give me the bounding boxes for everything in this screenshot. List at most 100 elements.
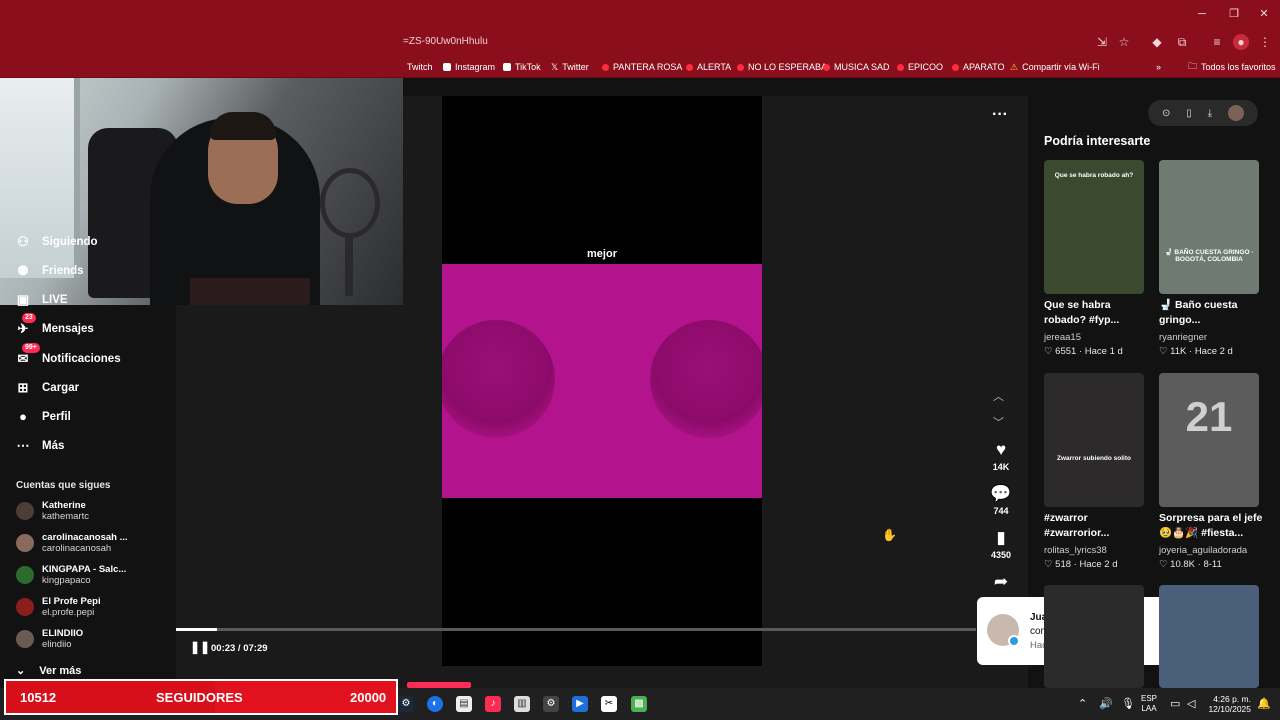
- microphone-icon[interactable]: 🎙: [1121, 697, 1135, 710]
- following-account[interactable]: ELINDIIO elindiio: [16, 625, 83, 653]
- maximize-icon[interactable]: ❐: [1224, 6, 1244, 22]
- bookmark-pantera-rosa[interactable]: PANTERA ROSA: [602, 60, 682, 74]
- share-button[interactable]: ➦: [983, 572, 1019, 592]
- chevron-up-icon[interactable]: ︿: [993, 388, 1004, 404]
- keyboard-language[interactable]: ESP LAA: [1141, 694, 1157, 714]
- following-account[interactable]: KINGPAPA - Salc... kingpapaco: [16, 561, 126, 589]
- following-account[interactable]: Katherine kathemartc: [16, 497, 89, 525]
- recommendation-thumbnail[interactable]: Zwarror subiendo solito: [1044, 373, 1144, 507]
- see-more-button[interactable]: ⌄ Ver más: [16, 664, 81, 678]
- sidebar-item-friends[interactable]: ⚉ Friends: [16, 261, 83, 281]
- recommendation-age: Hace 2 d: [1079, 559, 1118, 570]
- more-options-icon[interactable]: ···: [992, 106, 1008, 124]
- recommendation-user[interactable]: ryanriegner: [1159, 332, 1207, 343]
- progress-bar[interactable]: [176, 628, 976, 631]
- close-window-icon[interactable]: ✕: [1254, 6, 1274, 22]
- recommendation-user[interactable]: jereaa15: [1044, 332, 1081, 343]
- recommendation-title[interactable]: Sorpresa para el jefe 🥹🎂🎉 #fiesta...: [1159, 511, 1263, 541]
- bookmark-compartir-v-a-wi-fi[interactable]: ⚠ Compartir vía Wi-Fi: [1010, 60, 1100, 74]
- user-avatar[interactable]: [1228, 105, 1244, 121]
- install-app-icon[interactable]: ⇲: [1094, 34, 1110, 50]
- mouse-cursor-icon: ✋: [882, 528, 897, 542]
- separator-dot: ·: [1186, 346, 1195, 357]
- recommendation-thumbnail[interactable]: [1044, 585, 1144, 688]
- sidebar-item-siguiendo[interactable]: ⚇ Siguiendo: [16, 232, 97, 252]
- extensions-puzzle-icon[interactable]: ⧉: [1174, 34, 1190, 50]
- device-icon[interactable]: ▯: [1186, 108, 1192, 119]
- network-icon[interactable]: ▭: [1170, 697, 1180, 710]
- bookmark-twitter[interactable]: 𝕏 Twitter: [551, 60, 589, 74]
- comment-count: 744: [993, 506, 1009, 516]
- capcut-icon[interactable]: ✂: [601, 696, 617, 712]
- bookmark-label: Twitter: [562, 62, 589, 72]
- sidebar-item-label: Cargar: [42, 382, 80, 394]
- thumbnail-overlay-text: Que se habra robado ah?: [1054, 172, 1134, 179]
- edge-icon[interactable]: ◐: [427, 696, 443, 712]
- chevron-down-icon[interactable]: ﹀: [993, 414, 1004, 430]
- recommendation-thumbnail[interactable]: [1159, 585, 1259, 688]
- browser-menu-icon[interactable]: ⋮: [1257, 34, 1273, 50]
- settings-icon[interactable]: ⚙: [543, 696, 559, 712]
- media-control-icon[interactable]: ≡: [1209, 34, 1225, 50]
- download-icon[interactable]: ⤓: [1208, 108, 1212, 119]
- url-field[interactable]: =ZS-90Uw0nHhulu: [403, 36, 488, 47]
- all-bookmarks-button[interactable]: 🗀 Todos los favoritos: [1188, 60, 1276, 74]
- steam-icon[interactable]: ⚙: [398, 696, 414, 712]
- recommendation-title[interactable]: #zwarror #zwarrorior...: [1044, 511, 1148, 541]
- coin-icon[interactable]: ⊙: [1162, 108, 1170, 119]
- bookmark-instagram[interactable]: Instagram: [443, 60, 495, 74]
- bookmark-epicoo[interactable]: EPICOO: [897, 60, 943, 74]
- bookmark-twitch[interactable]: Twitch: [403, 60, 433, 74]
- avatar: [16, 566, 34, 584]
- tray-chevron-up-icon[interactable]: ⌃: [1078, 697, 1087, 710]
- like-button[interactable]: ♥ 14K: [983, 440, 1019, 472]
- recommendations-title: Podría interesarte: [1044, 134, 1151, 148]
- speaker-icon[interactable]: ◁: [1187, 697, 1195, 710]
- sidebar-item-m-s[interactable]: ⋯ Más: [16, 436, 65, 456]
- app-icon[interactable]: ▶: [572, 696, 588, 712]
- recommendation-user[interactable]: joyeria_aguiladorada: [1159, 545, 1247, 556]
- tiktok-icon[interactable]: ♪: [485, 696, 501, 712]
- extension-diamond-icon[interactable]: ◆: [1149, 34, 1165, 50]
- comment-button[interactable]: 💬 744: [983, 484, 1019, 516]
- sidebar-item-cargar[interactable]: ⊞ Cargar: [16, 378, 80, 398]
- clock[interactable]: 4:26 p. m. 12/10/2025: [1205, 694, 1251, 714]
- following-account[interactable]: El Profe Pepi el.profe.pepi: [16, 593, 101, 621]
- minecraft-icon[interactable]: ▩: [631, 696, 647, 712]
- bookmark-alerta[interactable]: ALERTA: [686, 60, 731, 74]
- sidebar-item-mensajes[interactable]: ✈ 23 Mensajes: [16, 313, 94, 339]
- volume-icon[interactable]: 🔊: [1099, 697, 1113, 710]
- recommendation-title[interactable]: 🚽 Baño cuesta gringo...: [1159, 298, 1263, 328]
- sidebar-item-live[interactable]: ▣ LIVE: [16, 290, 68, 310]
- following-account[interactable]: carolinacanosah ... carolinacanosah: [16, 529, 128, 557]
- warning-icon: ⚠: [1010, 61, 1019, 72]
- bookmark-star-icon[interactable]: ☆: [1116, 34, 1132, 50]
- recommendation-age: 8-11: [1203, 559, 1222, 570]
- bookmark-no-lo-esperaba[interactable]: NO LO ESPERABA: [737, 60, 827, 74]
- bookmark-musica-sad[interactable]: MUSICA SAD: [823, 60, 890, 74]
- live-tv-icon: ▣: [16, 292, 30, 307]
- bookmark-aparato[interactable]: APARATO: [952, 60, 1005, 74]
- sidebar-item-notificaciones[interactable]: ✉ 99+ Notificaciones: [16, 343, 121, 369]
- recommendation-title[interactable]: Que se habra robado? #fyp...: [1044, 298, 1148, 328]
- document-icon[interactable]: ▥: [514, 696, 530, 712]
- file-icon[interactable]: ▤: [456, 696, 472, 712]
- separator-dot: ·: [1076, 346, 1085, 357]
- pause-icon[interactable]: ❚❚: [190, 640, 210, 654]
- sidebar-item-perfil[interactable]: ● Perfil: [16, 407, 71, 427]
- save-count: 4350: [990, 550, 1012, 560]
- save-button[interactable]: ▮ 4350: [983, 528, 1019, 560]
- recommendation-thumbnail[interactable]: Que se habra robado ah?: [1044, 160, 1144, 294]
- youtube-icon: [686, 63, 693, 71]
- profile-avatar-icon[interactable]: ●: [1233, 34, 1249, 50]
- minimize-icon[interactable]: ─: [1192, 6, 1212, 22]
- recommendation-thumbnail[interactable]: 🚽 BAÑO CUESTA GRINGO · BOGOTÁ, COLOMBIA: [1159, 160, 1259, 294]
- bookmark-tiktok[interactable]: TikTok: [503, 60, 541, 74]
- recommendation-thumbnail[interactable]: 21: [1159, 373, 1259, 507]
- recommendation-user[interactable]: rolitas_lyrics38: [1044, 545, 1107, 556]
- notifications-icon[interactable]: 🔔: [1257, 697, 1271, 710]
- bookmarks-overflow-button[interactable]: »: [1156, 60, 1161, 74]
- bookmark-label: MUSICA SAD: [834, 62, 890, 72]
- sidebar-item-label: Mensajes: [42, 323, 94, 335]
- comment-badge-icon: [1008, 635, 1020, 647]
